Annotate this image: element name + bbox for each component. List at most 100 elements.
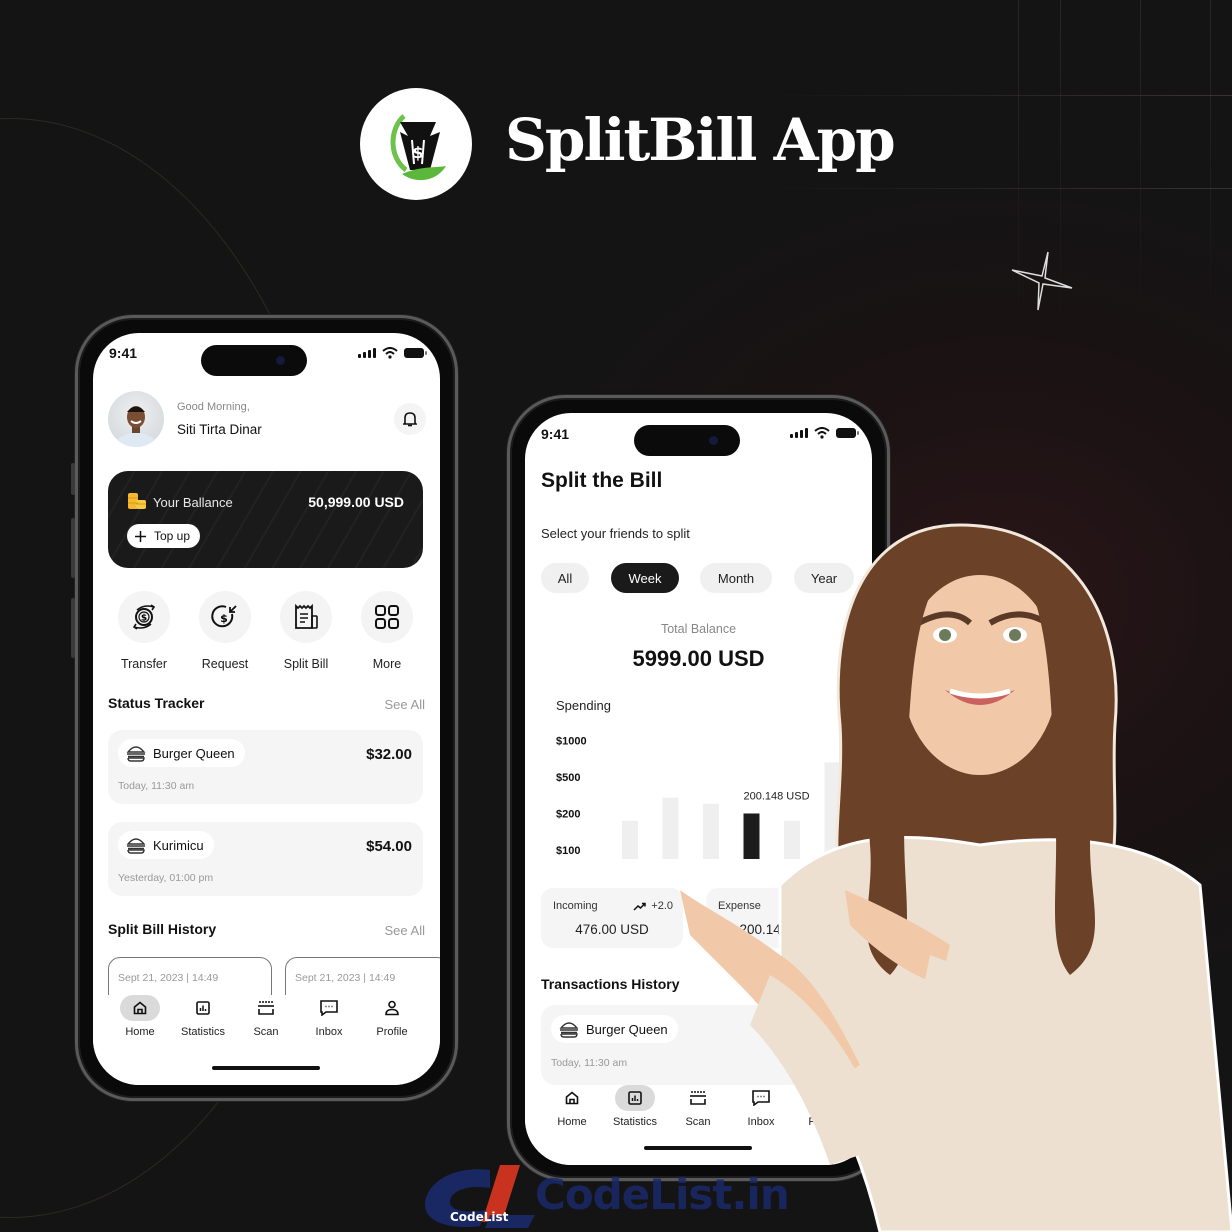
quick-action-label: More (372, 657, 402, 671)
user-name: Siti Tirta Dinar (177, 422, 262, 437)
status-tracker-title: Status Tracker (108, 695, 205, 711)
tab-statistics[interactable]: Statistics (605, 1085, 665, 1128)
bell-icon (403, 412, 417, 427)
wifi-icon (814, 427, 830, 439)
burger-icon (126, 838, 146, 854)
chart-title: Spending (556, 698, 611, 713)
quick-action-label: Split Bill (283, 657, 329, 671)
trend-up-icon (633, 902, 647, 911)
quick-action-more[interactable]: More (357, 591, 417, 671)
receipt-icon (295, 603, 318, 629)
quick-action-split-bill[interactable]: Split Bill (276, 591, 336, 671)
sparkle-star-icon (1011, 251, 1073, 311)
tracker-time: Yesterday, 01:00 pm (118, 872, 214, 884)
transfer-icon: $ (132, 604, 156, 630)
transactions-title: Transactions History (541, 976, 680, 992)
incoming-label: Incoming (553, 900, 598, 912)
grid-icon (375, 605, 399, 629)
tab-label: Statistics (180, 1026, 225, 1038)
tracker-amount: $32.00 (366, 746, 412, 763)
tab-scan[interactable]: Scan (236, 995, 296, 1038)
svg-text:$: $ (141, 614, 147, 624)
coins-icon (128, 493, 146, 509)
status-time: 9:41 (109, 345, 138, 361)
tab-inbox[interactable]: Inbox (299, 995, 359, 1038)
merchant-chip: Burger Queen (118, 739, 245, 767)
plus-icon (135, 530, 146, 542)
history-date: Sept 21, 2023 | 14:49 (295, 972, 396, 984)
grid-line (1210, 0, 1211, 330)
balance-value: 50,999.00 USD (308, 494, 404, 510)
dynamic-island (634, 425, 740, 456)
quick-action-request[interactable]: $ Request (195, 591, 255, 671)
tracker-amount: $54.00 (366, 838, 412, 855)
watermark-text: CodeList.in (535, 1170, 790, 1219)
phone-side-button (71, 518, 75, 578)
status-bar: 9:41 (93, 333, 440, 376)
merchant-name: Kurimicu (153, 837, 204, 853)
notification-button[interactable] (394, 403, 426, 435)
tab-label: Inbox (315, 1026, 343, 1038)
greeting-text: Good Morning, (177, 401, 250, 413)
home-screen: 9:41 Good Morning, Siti Tirta Dinar Your… (93, 333, 440, 1085)
home-icon (133, 1001, 147, 1015)
home-indicator[interactable] (212, 1066, 320, 1070)
y-tick-label: $200 (556, 809, 580, 821)
filter-all[interactable]: All (541, 563, 589, 593)
quick-action-label: Transfer (120, 657, 168, 671)
burger-icon (126, 746, 146, 762)
phone-home: 9:41 Good Morning, Siti Tirta Dinar Your… (71, 315, 458, 1101)
top-up-label: Top up (154, 529, 191, 543)
tab-home[interactable]: Home (110, 995, 170, 1038)
bottom-tab-bar: Home Statistics Scan Inbox Profile (93, 995, 440, 1085)
quick-action-transfer[interactable]: $ Transfer (114, 591, 174, 671)
inbox-icon (320, 1000, 338, 1016)
merchant-name: Burger Queen (153, 745, 235, 761)
grid-line (1140, 0, 1141, 330)
brand-title: SplitBill App (505, 106, 896, 174)
grid-line (760, 95, 1232, 96)
transaction-time: Today, 11:30 am (551, 1057, 628, 1069)
scan-icon (258, 1001, 274, 1015)
balance-label: Your Ballance (153, 495, 233, 510)
tracker-item[interactable]: Kurimicu $54.00 Yesterday, 01:00 pm (108, 822, 423, 896)
svg-text:$: $ (412, 143, 423, 162)
balance-card: Your Ballance 50,999.00 USD Top up (108, 471, 423, 568)
dynamic-island (201, 345, 307, 376)
tracker-time: Today, 11:30 am (118, 780, 195, 792)
tab-profile[interactable]: Profile (362, 995, 422, 1038)
quick-action-label: Request (201, 657, 249, 671)
woman-pointing-illustration (680, 523, 1232, 1232)
statistics-icon (628, 1091, 642, 1105)
phone-side-button (71, 598, 75, 658)
app-logo: $ (360, 88, 472, 200)
status-bar: 9:41 (525, 413, 872, 456)
merchant-name: Burger Queen (586, 1021, 668, 1037)
avatar[interactable] (108, 391, 164, 447)
tab-label: Home (557, 1116, 587, 1128)
tab-statistics[interactable]: Statistics (173, 995, 233, 1038)
split-history-see-all[interactable]: See All (385, 923, 425, 938)
signal-icon (358, 348, 376, 358)
page-title: Split the Bill (541, 469, 663, 492)
svg-text:$: $ (220, 612, 228, 625)
phone-side-button (71, 463, 75, 495)
home-icon (565, 1091, 579, 1105)
history-date: Sept 21, 2023 | 14:49 (118, 972, 219, 984)
request-money-icon: $ (211, 605, 237, 628)
bar[interactable] (622, 820, 638, 859)
merchant-chip: Burger Queen (551, 1015, 678, 1043)
y-tick-label: $500 (556, 772, 580, 784)
tab-label: Home (125, 1026, 155, 1038)
tab-home[interactable]: Home (542, 1085, 602, 1128)
top-up-button[interactable]: Top up (127, 524, 201, 548)
tab-label: Statistics (612, 1116, 657, 1128)
grid-line (760, 188, 1232, 189)
wifi-icon (382, 347, 398, 359)
money-leaf-logo-icon: $ (390, 114, 446, 181)
merchant-chip: Kurimicu (118, 831, 214, 859)
tracker-item[interactable]: Burger Queen $32.00 Today, 11:30 am (108, 730, 423, 804)
statistics-icon (196, 1001, 210, 1015)
profile-icon (385, 1000, 399, 1016)
status-tracker-see-all[interactable]: See All (385, 697, 425, 712)
